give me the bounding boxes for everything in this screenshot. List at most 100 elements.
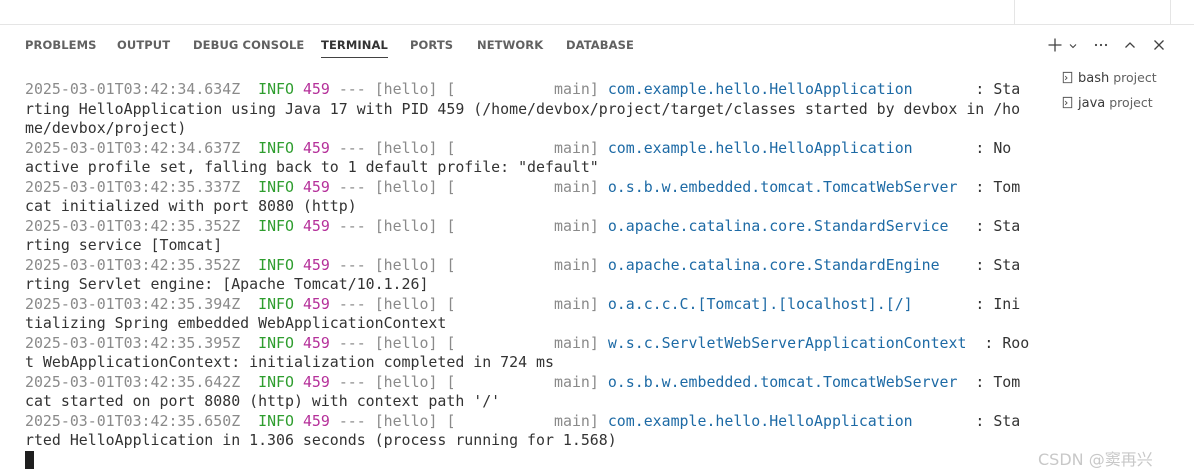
tab-problems[interactable]: PROBLEMS [25, 38, 97, 60]
tab-network[interactable]: NETWORK [477, 38, 543, 60]
log-colon: : [975, 177, 985, 196]
log-colon: : [975, 294, 985, 313]
log-message: Sta [993, 255, 1021, 274]
log-thread-bracket: [ [446, 80, 456, 98]
tab-output[interactable]: OUTPUT [117, 38, 170, 60]
session-cwd: project [1109, 95, 1153, 110]
terminal-line: 2025-03-01T03:42:35.395Z INFO 459 --- [h… [25, 334, 1035, 354]
terminal-line: t WebApplicationContext: initialization … [25, 353, 1035, 373]
log-level: INFO [258, 372, 294, 391]
log-thread: main] [554, 216, 599, 235]
log-pid: 459 [302, 294, 330, 313]
log-separator: --- [338, 333, 366, 352]
log-colon: : [975, 411, 985, 430]
log-level: INFO [258, 177, 294, 196]
log-thread-bracket: [ [446, 255, 456, 274]
log-colon: : [984, 333, 994, 352]
log-message: Ini [993, 294, 1021, 313]
log-logger: o.s.b.w.embedded.tomcat.TomcatWebServer [607, 177, 958, 196]
log-app-name: [hello] [374, 80, 438, 98]
log-thread-bracket: [ [446, 138, 456, 157]
log-timestamp: 2025-03-01T03:42:35.395Z [25, 333, 241, 352]
close-panel-button[interactable] [1148, 34, 1170, 56]
log-level: INFO [258, 80, 294, 98]
log-app-name: [hello] [374, 216, 438, 235]
terminal-session-list: bash project java project [1060, 68, 1180, 118]
log-level: INFO [258, 216, 294, 235]
log-app-name: [hello] [374, 411, 438, 430]
terminal-session-java[interactable]: java project [1060, 93, 1180, 118]
terminal-line: rted HelloApplication in 1.306 seconds (… [25, 431, 1035, 451]
session-shell-name: bash [1078, 71, 1110, 86]
terminal-line: rting service [Tomcat] [25, 236, 1035, 256]
log-thread: main] [554, 333, 599, 352]
log-thread: main] [554, 294, 599, 313]
terminal-line: 2025-03-01T03:42:35.394Z INFO 459 --- [h… [25, 295, 1035, 315]
tab-database[interactable]: DATABASE [566, 38, 634, 60]
log-message: Sta [993, 216, 1021, 235]
terminal-line: rting HelloApplication using Java 17 wit… [25, 100, 1035, 120]
log-message: No [993, 138, 1012, 157]
log-message: tializing Spring embedded WebApplication… [25, 314, 447, 332]
plus-icon [1048, 38, 1062, 52]
watermark: CSDN @窦再兴 [1038, 450, 1153, 469]
panel-actions [1044, 34, 1174, 56]
log-message: me/devbox/project) [25, 119, 187, 137]
log-thread-bracket: [ [446, 177, 456, 196]
tab-terminal[interactable]: TERMINAL [321, 38, 388, 60]
log-logger: com.example.hello.HelloApplication [607, 138, 913, 157]
log-timestamp: 2025-03-01T03:42:35.352Z [25, 216, 241, 235]
terminal-cursor [25, 450, 34, 469]
terminal-line: 2025-03-01T03:42:35.650Z INFO 459 --- [h… [25, 412, 1035, 432]
log-thread: main] [554, 372, 599, 391]
more-actions-button[interactable] [1090, 34, 1112, 56]
tab-debug-console[interactable]: DEBUG CONSOLE [193, 38, 304, 60]
log-thread: main] [554, 411, 599, 430]
log-separator: --- [338, 216, 366, 235]
log-message: Sta [993, 411, 1021, 430]
terminal-output[interactable]: 2025-03-01T03:42:34.634Z INFO 459 --- [h… [25, 80, 1035, 476]
log-level: INFO [258, 294, 294, 313]
log-message: rted HelloApplication in 1.306 seconds (… [25, 431, 617, 449]
log-app-name: [hello] [374, 255, 438, 274]
terminal-line: cat initialized with port 8080 (http) [25, 197, 1035, 217]
top-strip [0, 0, 1194, 25]
log-logger: w.s.c.ServletWebServerApplicationContext [607, 333, 967, 352]
log-thread: main] [554, 255, 599, 274]
terminal-line: me/devbox/project) [25, 119, 1035, 139]
chevron-up-icon [1125, 42, 1135, 48]
log-timestamp: 2025-03-01T03:42:35.394Z [25, 294, 241, 313]
terminal-dropdown-button[interactable] [1066, 34, 1080, 56]
log-app-name: [hello] [374, 294, 438, 313]
log-pid: 459 [302, 372, 330, 391]
log-app-name: [hello] [374, 138, 438, 157]
terminal-session-bash[interactable]: bash project [1060, 68, 1180, 93]
log-message: Tom [993, 372, 1021, 391]
log-logger: o.s.b.w.embedded.tomcat.TomcatWebServer [607, 372, 958, 391]
log-separator: --- [338, 80, 366, 98]
log-timestamp: 2025-03-01T03:42:35.337Z [25, 177, 241, 196]
log-thread: main] [554, 177, 599, 196]
terminal-line: rting Servlet engine: [Apache Tomcat/10.… [25, 275, 1035, 295]
log-colon: : [975, 372, 985, 391]
maximize-panel-button[interactable] [1119, 34, 1141, 56]
log-timestamp: 2025-03-01T03:42:35.650Z [25, 411, 241, 430]
log-app-name: [hello] [374, 177, 438, 196]
close-icon [1154, 40, 1164, 50]
log-separator: --- [338, 411, 366, 430]
log-logger: o.apache.catalina.core.StandardService [607, 216, 949, 235]
ellipsis-icon [1094, 43, 1108, 47]
log-message: Sta [993, 80, 1021, 98]
log-separator: --- [338, 372, 366, 391]
session-shell-name: java [1078, 96, 1106, 111]
log-thread-bracket: [ [446, 294, 456, 313]
tab-ports[interactable]: PORTS [410, 38, 453, 60]
terminal-icon [1062, 71, 1073, 84]
terminal-prompt-line[interactable] [25, 450, 1035, 471]
session-cwd: project [1113, 70, 1157, 85]
log-message: rting Servlet engine: [Apache Tomcat/10.… [25, 275, 429, 293]
log-message: cat started on port 8080 (http) with con… [25, 392, 501, 410]
divider [1014, 0, 1015, 24]
new-terminal-button[interactable] [1044, 34, 1066, 56]
log-thread: main] [554, 138, 599, 157]
